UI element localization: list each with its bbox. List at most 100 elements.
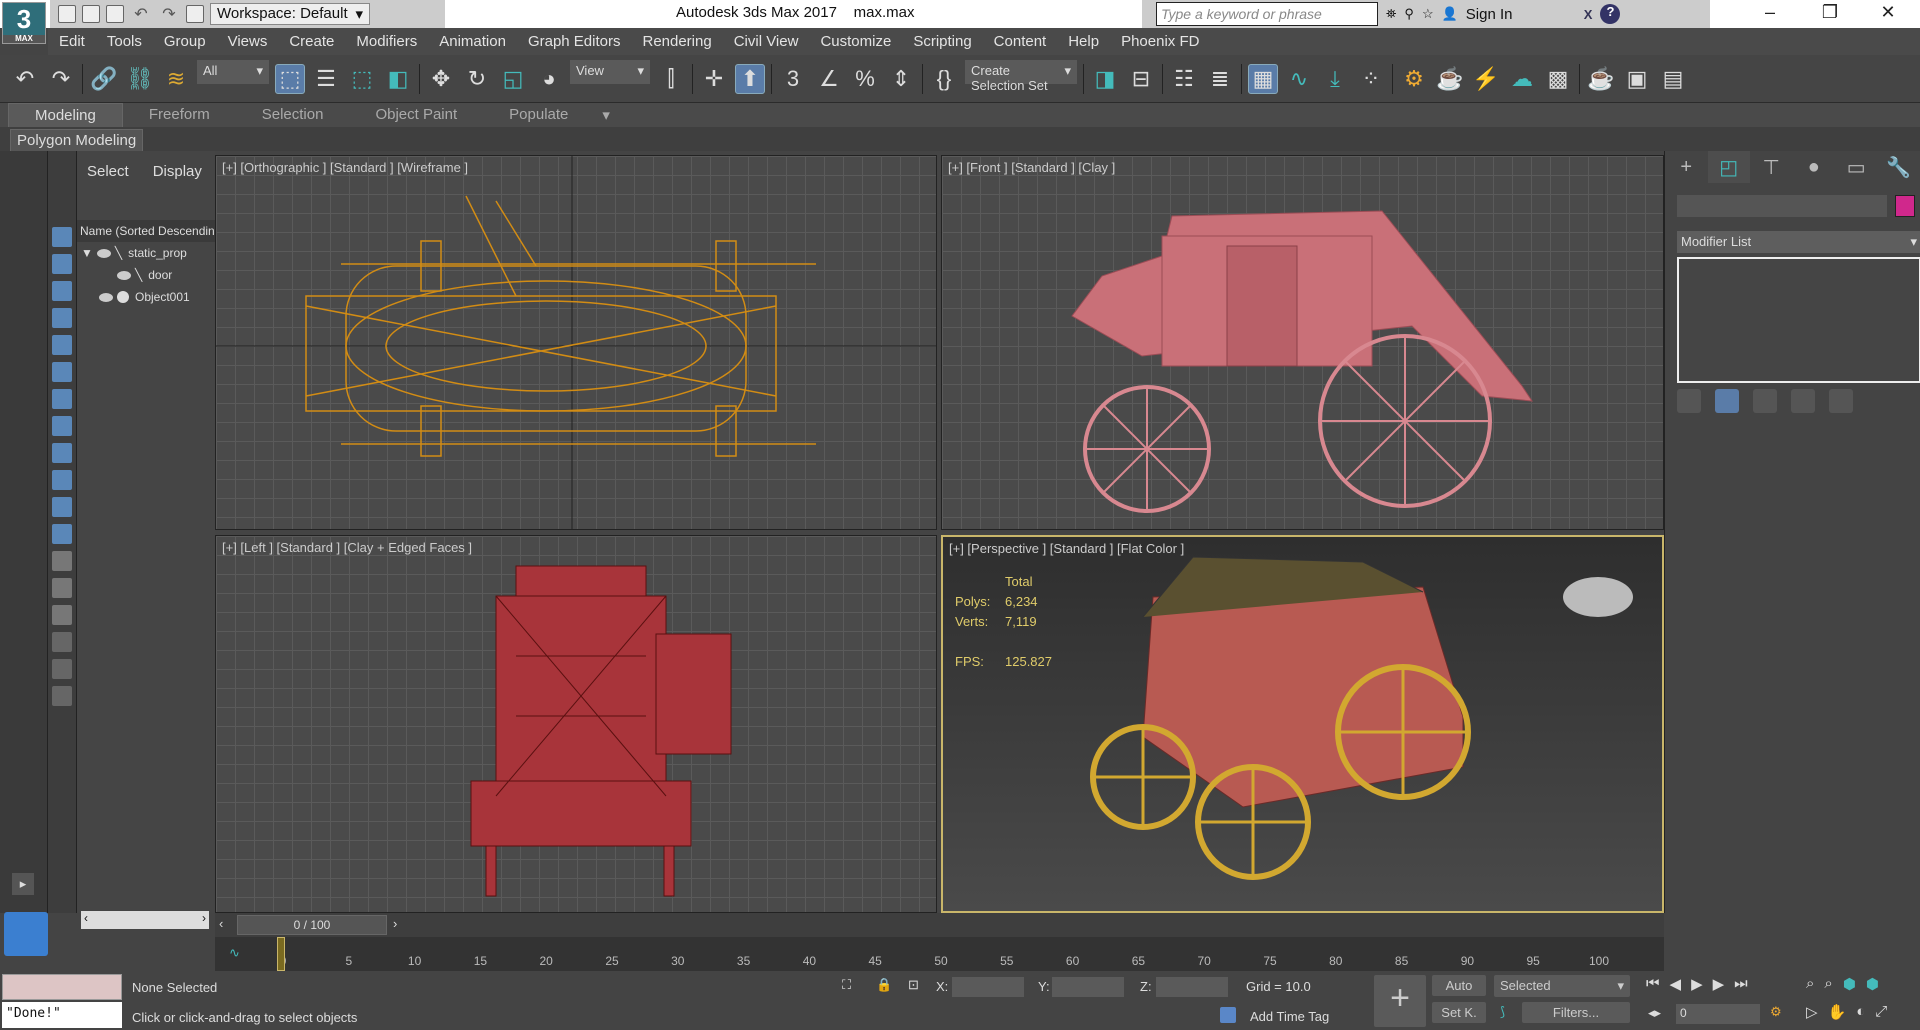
pin-stack-icon[interactable] <box>1677 389 1701 413</box>
utilities-tab-icon[interactable]: 🔧 <box>1878 151 1920 183</box>
auto-key-button[interactable]: Auto <box>1432 975 1486 996</box>
filter-icon[interactable] <box>52 632 72 652</box>
viewport-label[interactable]: [+] [Left ] [Standard ] [Clay + Edged Fa… <box>222 540 472 555</box>
minimize-button[interactable]: – <box>1740 2 1800 23</box>
display-tab-icon[interactable]: ▭ <box>1835 151 1878 183</box>
eye-icon[interactable] <box>96 248 111 258</box>
menu-rendering[interactable]: Rendering <box>631 33 722 50</box>
eye-icon[interactable] <box>117 270 131 280</box>
menu-tools[interactable]: Tools <box>96 33 153 50</box>
maximize-viewport-icon[interactable]: ⤢ <box>1875 1003 1887 1021</box>
absolute-mode-icon[interactable]: ⊡ <box>908 977 919 993</box>
maxscript-listener-input[interactable] <box>2 974 122 1000</box>
remove-modifier-icon[interactable] <box>1791 389 1815 413</box>
go-to-start-icon[interactable]: ⏮ <box>1646 975 1660 993</box>
show-end-result-icon[interactable] <box>1715 389 1739 413</box>
layer-icon[interactable] <box>52 686 72 706</box>
groups-filter-icon[interactable] <box>52 389 72 409</box>
previous-frame-icon[interactable]: ◀ <box>1670 975 1682 993</box>
time-tag-icon[interactable] <box>1220 1007 1236 1023</box>
tab-object-paint[interactable]: Object Paint <box>349 103 483 127</box>
move-icon[interactable]: ✥ <box>426 64 456 94</box>
menu-animation[interactable]: Animation <box>428 33 517 50</box>
angle-snap-icon[interactable]: ∠ <box>814 64 844 94</box>
polygon-modeling-panel[interactable]: Polygon Modeling <box>10 129 144 152</box>
explorer-horizontal-scrollbar[interactable]: ‹ › <box>81 911 209 929</box>
expand-triangle-icon[interactable]: ▼ <box>81 246 93 260</box>
redo-icon[interactable]: ↷ <box>46 64 76 94</box>
edit-named-selection-icon[interactable]: {} <box>929 64 959 94</box>
ribbon-toggle-icon[interactable]: ▦ <box>1248 63 1278 94</box>
exchange-icon[interactable]: X <box>1584 7 1593 22</box>
pan-view-icon[interactable]: ✋ <box>1828 1003 1847 1021</box>
hierarchy-tab-icon[interactable]: ⊤ <box>1750 151 1793 183</box>
pivot-center-icon[interactable]: ⫿ <box>656 64 686 94</box>
eye-icon[interactable] <box>99 292 113 302</box>
menu-edit[interactable]: Edit <box>48 33 96 50</box>
tree-item[interactable]: ▼ ╲ static_prop <box>77 242 215 264</box>
menu-phoenix-fd[interactable]: Phoenix FD <box>1110 33 1210 50</box>
field-of-view-icon[interactable]: ▷ <box>1806 1003 1818 1021</box>
time-slider-thumb[interactable]: 0 / 100 <box>237 915 387 935</box>
rotate-icon[interactable]: ↻ <box>462 64 492 94</box>
modify-tab-icon[interactable]: ◰ <box>1707 151 1750 183</box>
key-mode-toggle-icon[interactable]: ◂▸ <box>1648 1005 1661 1021</box>
schematic-view-icon[interactable]: ⁘ <box>1356 64 1386 94</box>
menu-help[interactable]: Help <box>1057 33 1110 50</box>
display-all-icon[interactable] <box>52 551 72 571</box>
dope-sheet-icon[interactable]: ⤓ <box>1320 64 1350 94</box>
menu-modifiers[interactable]: Modifiers <box>345 33 428 50</box>
z-coordinate-field[interactable] <box>1156 977 1228 997</box>
panel-icon[interactable]: ▤ <box>1658 64 1688 94</box>
open-file-icon[interactable] <box>82 5 100 23</box>
x-coordinate-field[interactable] <box>952 977 1024 997</box>
scene-explorer-icon[interactable]: ☷ <box>1169 64 1199 94</box>
tree-item[interactable]: Object001 <box>77 286 215 308</box>
bones-filter-icon[interactable] <box>52 443 72 463</box>
containers-filter-icon[interactable] <box>52 470 72 490</box>
menu-content[interactable]: Content <box>983 33 1058 50</box>
undo-icon[interactable]: ↶ <box>130 0 152 29</box>
frozen-filter-icon[interactable] <box>52 497 72 517</box>
current-frame-field[interactable]: 0 <box>1676 1004 1760 1024</box>
hidden-filter-icon[interactable] <box>52 524 72 544</box>
restore-button[interactable]: ❐ <box>1800 2 1860 23</box>
render-setup-icon[interactable]: ⚙ <box>1399 64 1429 94</box>
shapes-filter-icon[interactable] <box>52 254 72 274</box>
select-object-icon[interactable]: ⬚ <box>275 63 305 94</box>
prev-frame-arrow[interactable]: ‹ <box>219 916 223 931</box>
unlink-selection-icon[interactable]: ⛓ <box>125 64 155 94</box>
viewport-label[interactable]: [+] [Front ] [Standard ] [Clay ] <box>948 160 1115 175</box>
tree-item[interactable]: ╲ door <box>77 264 215 286</box>
display-none-icon[interactable] <box>52 578 72 598</box>
render-gallery-icon[interactable]: ▩ <box>1543 64 1573 94</box>
name-column-header[interactable]: Name (Sorted Descending) <box>77 220 215 242</box>
filters-button[interactable]: Filters... <box>1522 1002 1630 1023</box>
find-filter-icon[interactable] <box>52 659 72 679</box>
default-tangents-icon[interactable]: ⟆ <box>1500 1004 1505 1020</box>
motion-tab-icon[interactable]: ● <box>1793 151 1836 183</box>
menu-civil-view[interactable]: Civil View <box>723 33 810 50</box>
selection-lock-icon[interactable]: 🔒 <box>876 977 892 993</box>
reference-coordinate-dropdown[interactable]: View ▾ <box>570 60 650 84</box>
go-to-end-icon[interactable]: ⏭ <box>1734 975 1748 993</box>
material-editor-icon[interactable]: ▣ <box>1622 64 1652 94</box>
next-frame-icon[interactable]: ▶ <box>1713 975 1725 993</box>
zoom-extents-all-icon[interactable]: ⬢ <box>1866 975 1879 993</box>
helpers-filter-icon[interactable] <box>52 335 72 355</box>
viewport-label[interactable]: [+] [Orthographic ] [Standard ] [Wirefra… <box>222 160 468 175</box>
zoom-icon[interactable]: ⌕ <box>1806 975 1814 993</box>
geometry-filter-icon[interactable] <box>52 227 72 247</box>
play-icon[interactable]: ▶ <box>1691 975 1703 993</box>
viewport-perspective[interactable]: [+] [Perspective ] [Standard ] [Flat Col… <box>941 535 1664 913</box>
lights-filter-icon[interactable] <box>52 281 72 301</box>
redo-icon[interactable]: ↷ <box>158 0 180 29</box>
mini-curve-editor-icon[interactable]: ∿ <box>229 945 240 961</box>
render-production-icon[interactable]: ⚡ <box>1471 64 1501 94</box>
render-cloud-icon[interactable]: ☁ <box>1507 64 1537 94</box>
viewport-orthographic[interactable]: [+] [Orthographic ] [Standard ] [Wirefra… <box>215 155 937 530</box>
xrefs-filter-icon[interactable] <box>52 416 72 436</box>
menu-customize[interactable]: Customize <box>809 33 902 50</box>
undo-icon[interactable]: ↶ <box>10 64 40 94</box>
menu-scripting[interactable]: Scripting <box>902 33 982 50</box>
